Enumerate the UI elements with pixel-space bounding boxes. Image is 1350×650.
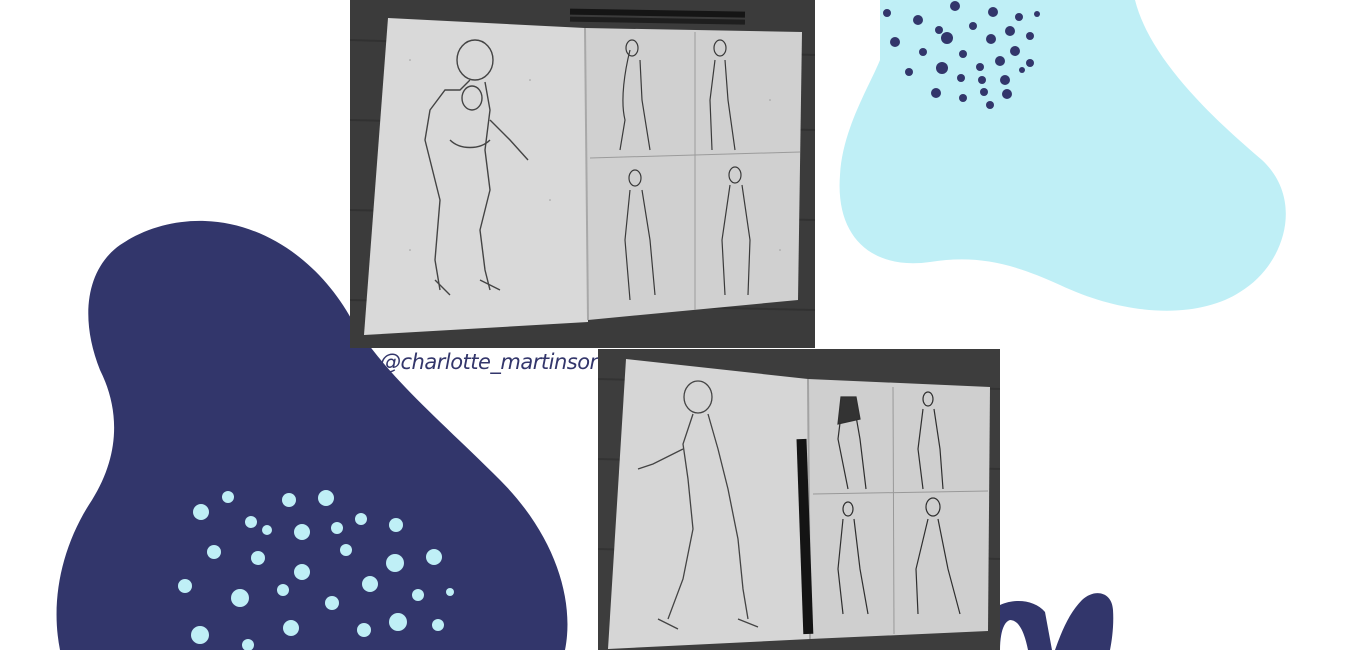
- partial-letter-shape: [1000, 593, 1114, 650]
- sketchbook-photo-top: [350, 0, 815, 348]
- light-blue-blob: [839, 0, 1286, 311]
- social-handle: @charlotte_martinson: [380, 350, 603, 374]
- sketchbook-photo-bottom: [598, 349, 1000, 650]
